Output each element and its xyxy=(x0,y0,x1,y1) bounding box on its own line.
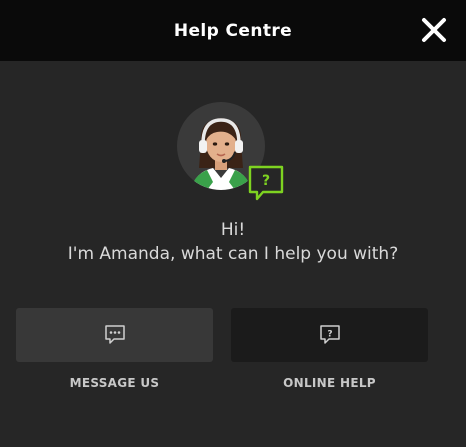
help-chat-badge: ? xyxy=(247,164,285,202)
online-help-label: ONLINE HELP xyxy=(283,376,376,390)
page-title: Help Centre xyxy=(173,20,293,41)
close-icon xyxy=(422,18,446,42)
close-button[interactable] xyxy=(418,14,450,46)
help-chat-bubble-icon: ? xyxy=(248,165,284,201)
greeting-hi: Hi! xyxy=(220,220,246,240)
online-help-question-mark: ? xyxy=(327,330,332,340)
badge-question-mark: ? xyxy=(262,173,270,189)
header-bar: Help Centre xyxy=(0,0,466,61)
message-us-label: MESSAGE US xyxy=(69,376,160,390)
message-us-button[interactable] xyxy=(16,308,213,362)
online-help-button[interactable]: ? xyxy=(231,308,428,362)
help-centre-panel: Help Centre ? Hi! I'm Amanda, what can I… xyxy=(0,0,466,447)
chat-bubble-question-icon: ? xyxy=(319,325,340,344)
agent-avatar-group: ? xyxy=(177,102,287,202)
agent-greeting: Hi! I'm Amanda, what can I help you with… xyxy=(0,218,466,266)
chat-bubble-dots-icon xyxy=(104,325,125,344)
greeting-intro: I'm Amanda, what can I help you with? xyxy=(67,244,399,264)
